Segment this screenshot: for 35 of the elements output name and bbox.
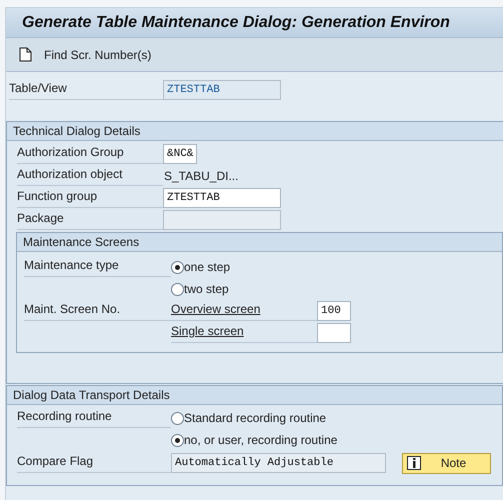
group-title: Maintenance Screens <box>23 234 140 251</box>
info-icon <box>407 456 421 470</box>
input-field[interactable] <box>163 210 281 230</box>
radio-label: Standard recording routine <box>184 410 326 427</box>
radio-button[interactable] <box>171 434 184 446</box>
field-label: Maint. Screen No. <box>24 301 120 318</box>
field-label: Recording routine <box>17 408 112 425</box>
field-label: Single screen <box>171 323 244 340</box>
input-field[interactable]: &NC& <box>163 144 197 164</box>
radio-label: two step <box>184 281 229 298</box>
radio-button[interactable] <box>171 260 184 274</box>
group-title: Dialog Data Transport Details <box>13 387 170 404</box>
field-label: Package <box>17 210 64 227</box>
radio-button[interactable] <box>171 282 184 296</box>
input-field[interactable]: Automatically Adjustable <box>171 453 386 473</box>
input-field[interactable]: ZTESTTAB <box>163 80 281 100</box>
radio-button[interactable] <box>171 412 184 424</box>
input-field[interactable] <box>317 323 351 343</box>
window-title: Generate Table Maintenance Dialog: Generation Environ <box>22 12 450 32</box>
input-field[interactable]: 100 <box>317 301 351 321</box>
field-label: Function group <box>17 188 98 205</box>
field-label: Maintenance type <box>24 257 119 274</box>
input-field[interactable]: ZTESTTAB <box>163 188 281 208</box>
field-label: Compare Flag <box>17 453 94 470</box>
document-icon <box>19 47 32 62</box>
field-label: Authorization Group <box>17 144 124 161</box>
group-title: Technical Dialog Details <box>13 123 140 140</box>
toolbar-button[interactable]: Find Scr. Number(s) <box>19 46 152 64</box>
radio-label: no, or user, recording routine <box>184 432 338 449</box>
field-label: Table/View <box>9 80 67 97</box>
note-button[interactable]: Note <box>402 452 491 474</box>
field-label: Authorization object <box>17 166 122 183</box>
field-value: S_TABU_DI... <box>163 168 238 185</box>
field-label: Overview screen <box>171 301 260 318</box>
radio-label: one step <box>184 259 230 276</box>
